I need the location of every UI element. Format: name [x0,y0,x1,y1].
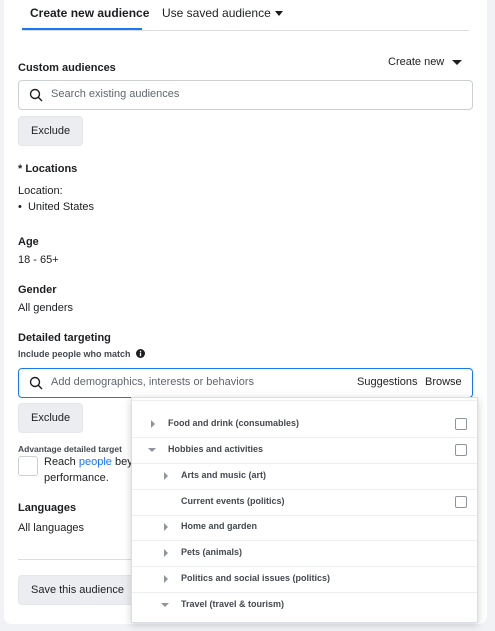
exclude-detailed-targeting-button[interactable]: Exclude [18,403,84,433]
detailed-targeting-title: Detailed targeting [18,332,111,344]
list-item-partial [132,397,477,401]
list-item-label: Arts and music (art) [181,470,267,480]
list-item-label: Travel (travel & tourism) [181,599,285,609]
location-item: • United States [18,201,95,213]
list-item-hobbies-and-activities[interactable]: Hobbies and activities [132,438,477,464]
gender-title: Gender [18,284,57,296]
location-label: Location: [18,185,63,197]
audience-panel: Create new audience Use saved audience C… [4,0,487,624]
tab-use-saved-audience[interactable]: Use saved audience [162,6,283,20]
age-value: 18 - 65+ [18,254,59,266]
list-item-label: Politics and social issues (politics) [181,573,331,583]
include-people-label: Include people who match [18,349,146,359]
list-item-politics-and-social-issues[interactable]: Politics and social issues (politics) [132,567,477,593]
checkbox[interactable] [455,418,467,430]
active-tab-underline [22,28,142,30]
checkbox[interactable] [455,444,467,456]
create-new-label: Create new [388,56,445,68]
create-new-dropdown[interactable]: Create new [388,56,463,68]
checkbox[interactable] [455,397,467,398]
tab-create-new-audience[interactable]: Create new audience [30,6,149,20]
chevron-down-icon [274,11,283,17]
browse-link[interactable]: Browse [425,376,462,388]
chevron-right-icon[interactable] [164,549,168,557]
search-icon [29,376,43,390]
checkbox[interactable] [455,496,467,508]
detailed-targeting-placeholder: Add demographics, interests or behaviors [51,376,254,388]
suggestions-link[interactable]: Suggestions [357,376,418,388]
list-item-label: Hobbies and activities [168,444,264,454]
browse-categories-dropdown: Food and drink (consumables) Hobbies and… [131,397,478,623]
custom-audiences-title: Custom audiences [18,62,116,74]
list-item-label: Pets (animals) [181,547,243,557]
chevron-right-icon[interactable] [164,523,168,531]
advantage-detailed-targeting-title: Advantage detailed target [18,444,122,454]
audience-tabs: Create new audience Use saved audience [22,0,469,31]
locations-title: * Locations [18,163,78,175]
chevron-right-icon[interactable] [151,420,155,428]
languages-title: Languages [18,502,77,514]
list-item-arts-and-music[interactable]: Arts and music (art) [132,464,477,490]
include-people-text: Include people who match [18,349,131,359]
search-existing-placeholder: Search existing audiences [51,88,180,100]
list-item-home-and-garden[interactable]: Home and garden [132,515,477,541]
languages-value: All languages [18,522,85,534]
advantage-checkbox[interactable] [18,456,38,476]
exclude-custom-audiences-button[interactable]: Exclude [18,116,84,146]
people-link[interactable]: people [79,456,112,468]
gender-value: All genders [18,302,74,314]
age-title: Age [18,236,39,248]
list-item-current-events[interactable]: Current events (politics) [132,490,477,516]
list-item-travel[interactable]: Travel (travel & tourism) [132,593,477,618]
detailed-targeting-input[interactable]: Add demographics, interests or behaviors… [18,368,473,398]
advantage-description-line2: performance. [44,472,109,484]
chevron-right-icon[interactable] [164,575,168,583]
chevron-down-icon[interactable] [161,603,169,607]
chevron-down-icon [452,59,463,65]
tab-use-saved-label: Use saved audience [162,6,271,20]
location-value: United States [27,201,95,213]
list-item-label: Home and garden [181,521,258,531]
list-item-food-and-drink[interactable]: Food and drink (consumables) [132,412,477,438]
save-audience-button[interactable]: Save this audience [18,575,137,605]
info-icon[interactable] [136,349,146,358]
chevron-right-icon[interactable] [164,472,168,480]
advantage-description-line1: Reach people bey [44,456,133,468]
divider [18,559,138,560]
list-item-label: Food and drink (consumables) [168,418,300,428]
chevron-down-icon[interactable] [148,448,156,452]
search-existing-audiences-input[interactable]: Search existing audiences [18,80,473,110]
list-item-label: Current events (politics) [181,496,285,506]
advantage-text-pre: Reach [44,456,79,468]
list-item-pets[interactable]: Pets (animals) [132,541,477,567]
advantage-text-post: bey [111,456,133,468]
search-icon [29,88,43,102]
